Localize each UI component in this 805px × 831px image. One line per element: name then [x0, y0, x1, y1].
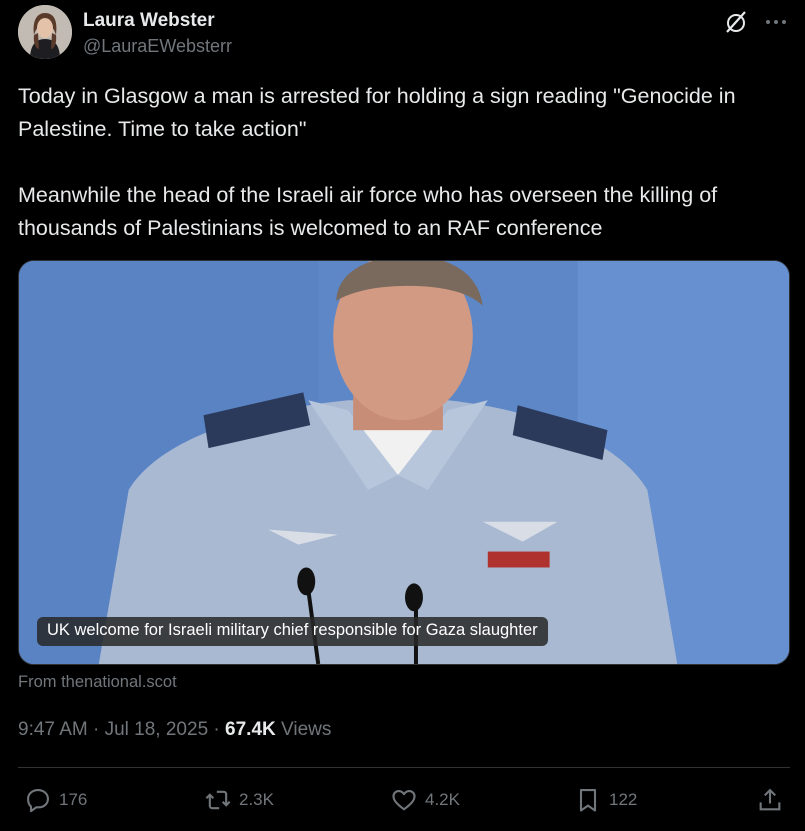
user-handle[interactable]: @LauraEWebsterr: [83, 36, 232, 57]
tweet-date[interactable]: Jul 18, 2025: [105, 719, 209, 740]
action-bar: 176 2.3K 4.2K 122: [18, 783, 790, 817]
media-caption: UK welcome for Israeli military chief re…: [37, 617, 548, 646]
repost-count: 2.3K: [239, 790, 274, 809]
tweet-paragraph: Today in Glasgow a man is arrested for h…: [18, 84, 736, 141]
media-image[interactable]: UK welcome for Israeli military chief re…: [18, 260, 790, 665]
heart-icon: [392, 789, 416, 811]
repost-button[interactable]: 2.3K: [204, 783, 274, 817]
repost-icon: [205, 790, 231, 810]
display-name[interactable]: Laura Webster: [83, 10, 215, 32]
views-count: 67.4K: [225, 719, 276, 740]
tweet-meta: 9:47 AM · Jul 18, 2025 · 67.4K Views: [18, 719, 331, 741]
share-icon: [759, 788, 781, 811]
tweet-paragraph: Meanwhile the head of the Israeli air fo…: [18, 183, 718, 240]
bookmark-count: 122: [609, 790, 638, 809]
like-count: 4.2K: [425, 790, 460, 809]
tweet-time[interactable]: 9:47 AM: [18, 719, 88, 740]
tweet-text: Today in Glasgow a man is arrested for h…: [18, 80, 788, 278]
meta-separator: ·: [208, 719, 226, 740]
share-button[interactable]: [756, 783, 791, 817]
meta-separator: ·: [87, 719, 105, 740]
link-source[interactable]: From thenational.scot: [18, 673, 177, 692]
grok-icon[interactable]: [723, 9, 749, 35]
tweet-header: Laura Webster @LauraEWebsterr: [18, 5, 793, 61]
avatar[interactable]: [18, 5, 72, 59]
divider: [18, 767, 790, 768]
like-button[interactable]: 4.2K: [390, 783, 460, 817]
reply-count: 176: [59, 790, 88, 809]
views-label: Views: [275, 719, 332, 740]
reply-button[interactable]: 176: [24, 783, 87, 817]
more-icon[interactable]: [763, 9, 789, 35]
reply-icon: [27, 789, 49, 813]
bookmark-button[interactable]: 122: [574, 783, 637, 817]
bookmark-icon: [579, 789, 597, 812]
